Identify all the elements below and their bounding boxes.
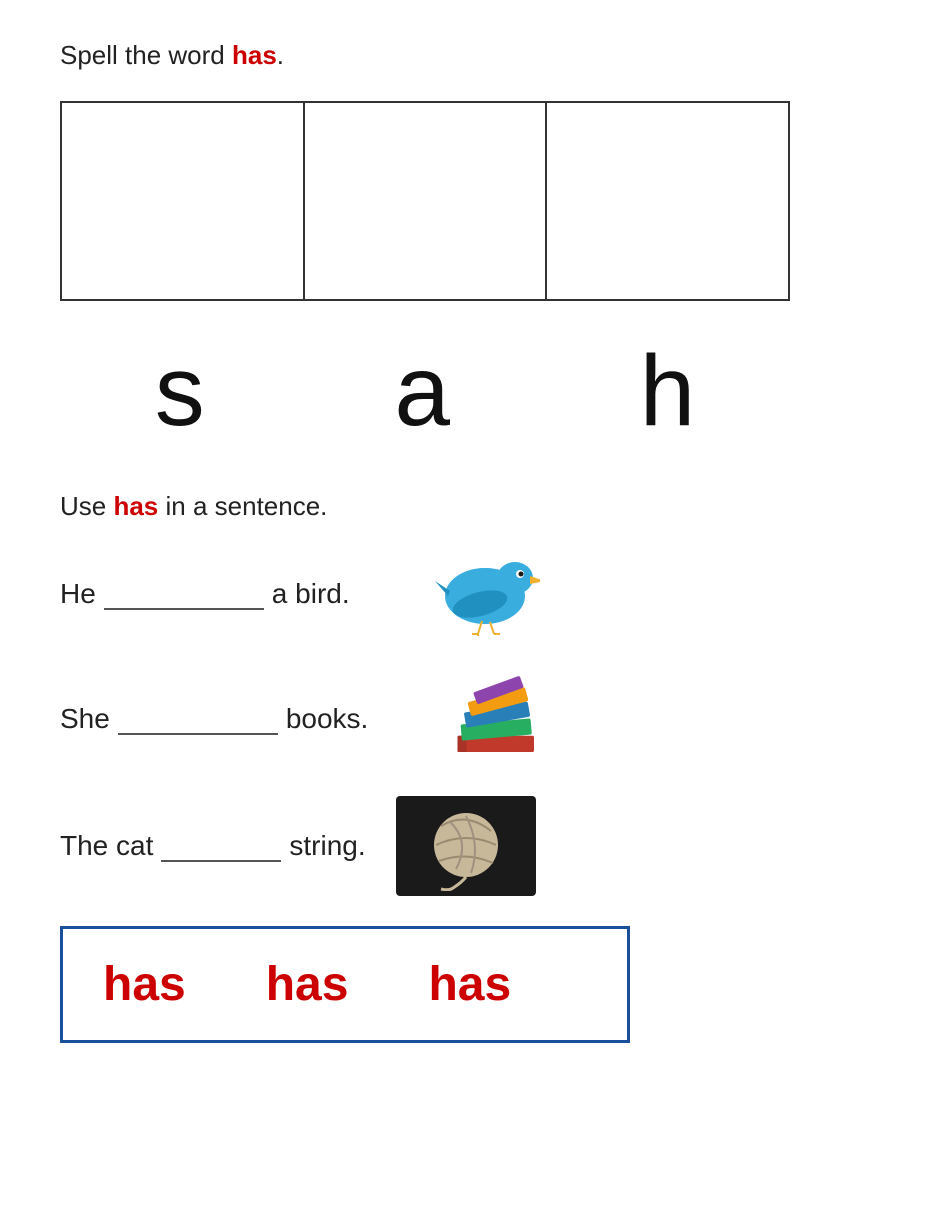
sentence-3-after: string. (289, 830, 365, 862)
yarn-box (396, 796, 536, 896)
sentence-3-text: The cat string. (60, 830, 366, 862)
sentence-2-text: She books. (60, 703, 368, 735)
sentence-2-image (448, 671, 548, 766)
use-label-suffix: in a sentence. (158, 491, 327, 521)
instruction-text: Spell the word has. (60, 40, 890, 71)
letters-row: s a h (60, 341, 790, 441)
instruction-highlight: has (232, 40, 277, 70)
books-icon (448, 671, 548, 761)
use-label-prefix: Use (60, 491, 113, 521)
spell-cell-1[interactable] (62, 103, 305, 299)
sentence-3-image (396, 796, 536, 896)
sentence-3-blank[interactable] (161, 834, 281, 862)
instruction-prefix: Spell the word (60, 40, 232, 70)
sentence-2-after: books. (286, 703, 369, 735)
use-sentence-label: Use has in a sentence. (60, 491, 890, 522)
word-box-item-3: has (428, 957, 511, 1012)
letter-h[interactable]: h (640, 341, 696, 441)
yarn-svg (411, 801, 521, 891)
instruction-suffix: . (277, 40, 284, 70)
spell-cell-3[interactable] (547, 103, 788, 299)
sentence-1-blank[interactable] (104, 582, 264, 610)
spell-cell-2[interactable] (305, 103, 548, 299)
bird-icon (430, 546, 540, 636)
sentence-row-2: She books. (60, 671, 890, 766)
sentence-2-before: She (60, 703, 110, 735)
sentence-2-blank[interactable] (118, 707, 278, 735)
spell-grid (60, 101, 790, 301)
sentence-3-before: The cat (60, 830, 153, 862)
letter-a[interactable]: a (394, 341, 450, 441)
sentence-1-image (430, 546, 540, 641)
sentence-row-1: He a bird. (60, 546, 890, 641)
word-box: has has has (60, 926, 630, 1043)
use-label-highlight: has (113, 491, 158, 521)
letter-s[interactable]: s (155, 341, 205, 441)
sentence-row-3: The cat string. (60, 796, 890, 896)
sentence-1-text: He a bird. (60, 578, 350, 610)
word-box-item-1: has (103, 957, 186, 1012)
sentence-1-before: He (60, 578, 96, 610)
sentence-1-after: a bird. (272, 578, 350, 610)
word-box-item-2: has (266, 957, 349, 1012)
